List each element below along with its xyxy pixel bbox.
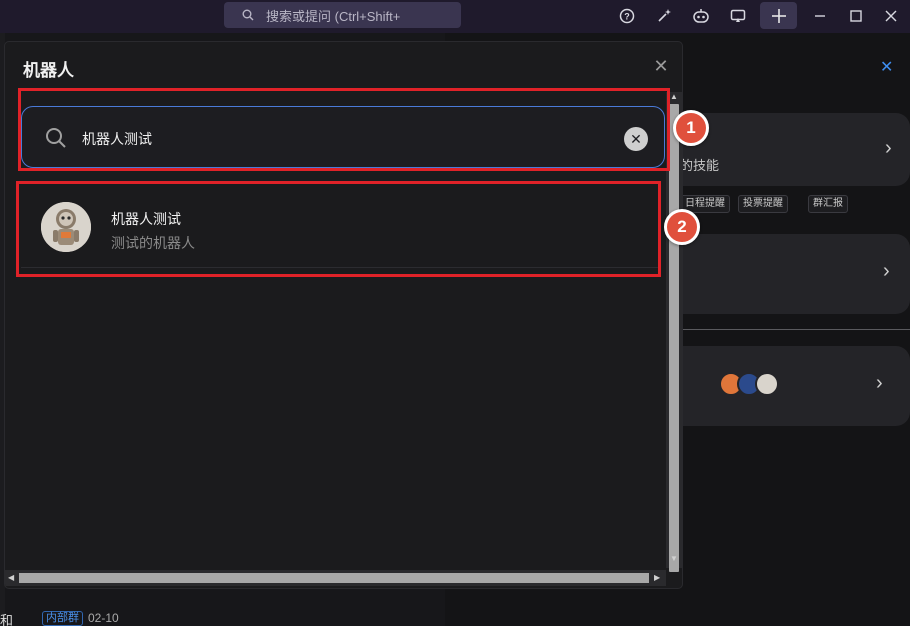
scroll-up-arrow-icon[interactable]: ▲ <box>670 92 678 101</box>
chevron-right-icon: › <box>885 137 892 159</box>
search-icon <box>242 9 254 21</box>
help-icon[interactable]: ? <box>618 7 636 25</box>
internal-group-badge: 内部群 <box>42 611 83 626</box>
scroll-right-arrow-icon[interactable]: ▶ <box>654 573 660 582</box>
bots-card[interactable]: › <box>680 346 910 426</box>
annotation-badge-2: 2 <box>664 209 700 245</box>
svg-text:?: ? <box>624 12 630 22</box>
skills-card[interactable]: 的技能 › <box>680 113 910 186</box>
magic-wand-icon[interactable] <box>655 7 673 25</box>
background-card[interactable]: › <box>680 234 910 314</box>
chat-date: 02-10 <box>88 611 119 625</box>
dialog-title: 机器人 <box>23 61 74 80</box>
close-icon[interactable] <box>882 7 900 25</box>
chevron-right-icon: › <box>883 260 890 282</box>
annotation-box-1 <box>18 88 670 171</box>
side-panel-close-icon[interactable]: ✕ <box>880 57 893 77</box>
dialog-close-icon[interactable]: ✕ <box>653 57 669 75</box>
new-plus-button[interactable] <box>760 2 797 29</box>
chevron-right-icon: › <box>876 372 883 394</box>
tag-group-report[interactable]: 群汇报 <box>808 195 848 213</box>
skills-card-text: 的技能 <box>680 158 720 173</box>
horizontal-scrollbar[interactable]: ◀ ▶ <box>5 570 666 586</box>
divider <box>680 329 910 330</box>
vertical-scroll-thumb[interactable] <box>669 104 679 572</box>
annotation-badge-1: 1 <box>673 110 709 146</box>
maximize-icon[interactable] <box>847 7 865 25</box>
scroll-down-arrow-icon[interactable]: ▼ <box>670 554 678 563</box>
global-search-placeholder: 搜索或提问 (Ctrl+Shift+ <box>266 8 401 24</box>
bot-avatar <box>755 372 779 396</box>
screen-cast-icon[interactable] <box>729 7 747 25</box>
annotation-box-2 <box>16 181 661 277</box>
bot-icon[interactable] <box>692 7 710 25</box>
scroll-left-arrow-icon[interactable]: ◀ <box>8 573 14 582</box>
tag-vote-reminder[interactable]: 投票提醒 <box>738 195 788 213</box>
title-bar: 搜索或提问 (Ctrl+Shift+ ? <box>0 0 910 33</box>
global-search-box[interactable]: 搜索或提问 (Ctrl+Shift+ <box>224 2 461 28</box>
horizontal-scroll-thumb[interactable] <box>19 573 649 583</box>
plus-icon <box>771 8 786 23</box>
chat-preview-text: 和 <box>0 613 14 626</box>
minimize-icon[interactable] <box>811 7 829 25</box>
